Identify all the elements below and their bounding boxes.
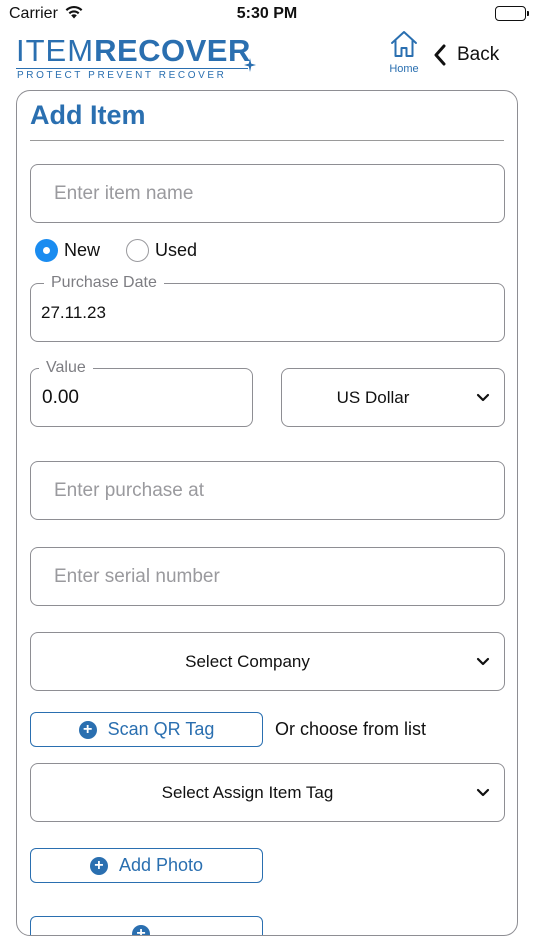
chevron-down-icon (476, 393, 490, 401)
logo-underline (16, 68, 248, 69)
scan-qr-button[interactable]: + Scan QR Tag (30, 712, 263, 747)
purchased-at-field[interactable]: Enter purchase at (30, 461, 505, 520)
chevron-left-icon (434, 44, 446, 66)
value-label: Value (39, 357, 93, 379)
purchased-at-placeholder: Enter purchase at (54, 479, 204, 501)
radio-unselected-indicator (126, 238, 150, 262)
assign-tag-select[interactable]: Select Assign Item Tag (30, 763, 505, 822)
back-label: Back (457, 44, 500, 65)
purchase-date-field[interactable]: Purchase Date 27.11.23 (30, 272, 505, 342)
or-choose-text: Or choose from list (275, 719, 427, 739)
title-divider (30, 140, 504, 141)
item-name-placeholder: Enter item name (54, 182, 194, 204)
purchase-date-label: Purchase Date (44, 272, 164, 294)
currency-selected: US Dollar (336, 387, 410, 407)
plus-circle-icon: + (132, 924, 150, 935)
assign-tag-selected: Select Assign Item Tag (161, 782, 334, 802)
home-button[interactable]: Home (383, 30, 425, 76)
logo-text-recover: RECOVER (94, 33, 251, 68)
clock: 5:30 PM (236, 5, 298, 22)
plus-circle-icon: + (78, 720, 97, 739)
status-bar: Carrier 5:30 PM (0, 0, 534, 28)
scan-qr-label: Scan QR Tag (107, 719, 215, 739)
add-item-card: Add Item Enter item name New Used Purcha… (16, 90, 518, 936)
value-amount: 0.00 (42, 386, 79, 408)
chevron-down-icon (476, 788, 490, 796)
next-button-partial[interactable]: + (30, 916, 263, 935)
company-selected: Select Company (185, 651, 310, 671)
app-logo: ITEMRECOVER PROTECT PREVENT RECOVER (16, 33, 256, 81)
chevron-down-icon (476, 657, 490, 665)
condition-radio-group: New Used (35, 237, 223, 263)
radio-new-label: New (64, 239, 101, 260)
add-photo-button[interactable]: + Add Photo (30, 848, 263, 883)
currency-select[interactable]: US Dollar (281, 368, 505, 427)
plus-circle-icon: + (89, 856, 108, 875)
page-title: Add Item (30, 100, 146, 130)
company-select[interactable]: Select Company (30, 632, 505, 691)
logo-text-item: ITEM (16, 33, 95, 68)
radio-used-label: Used (155, 239, 198, 260)
item-name-field[interactable]: Enter item name (30, 164, 505, 223)
radio-selected-indicator (35, 238, 58, 262)
sparkle-icon (244, 58, 256, 72)
purchase-date-value: 27.11.23 (41, 302, 106, 322)
serial-number-field[interactable]: Enter serial number (30, 547, 505, 606)
back-button[interactable]: Back (433, 40, 499, 70)
serial-number-placeholder: Enter serial number (54, 565, 220, 587)
value-field[interactable]: Value 0.00 (30, 357, 253, 427)
add-photo-label: Add Photo (118, 855, 204, 875)
radio-used[interactable]: Used (126, 238, 198, 262)
app-header: ITEMRECOVER PROTECT PREVENT RECOVER Home… (0, 28, 534, 84)
logo-tagline: PROTECT PREVENT RECOVER (17, 70, 227, 81)
home-icon (391, 31, 417, 57)
radio-new[interactable]: New (35, 238, 101, 262)
home-label: Home (389, 63, 419, 75)
battery-icon (495, 6, 529, 21)
